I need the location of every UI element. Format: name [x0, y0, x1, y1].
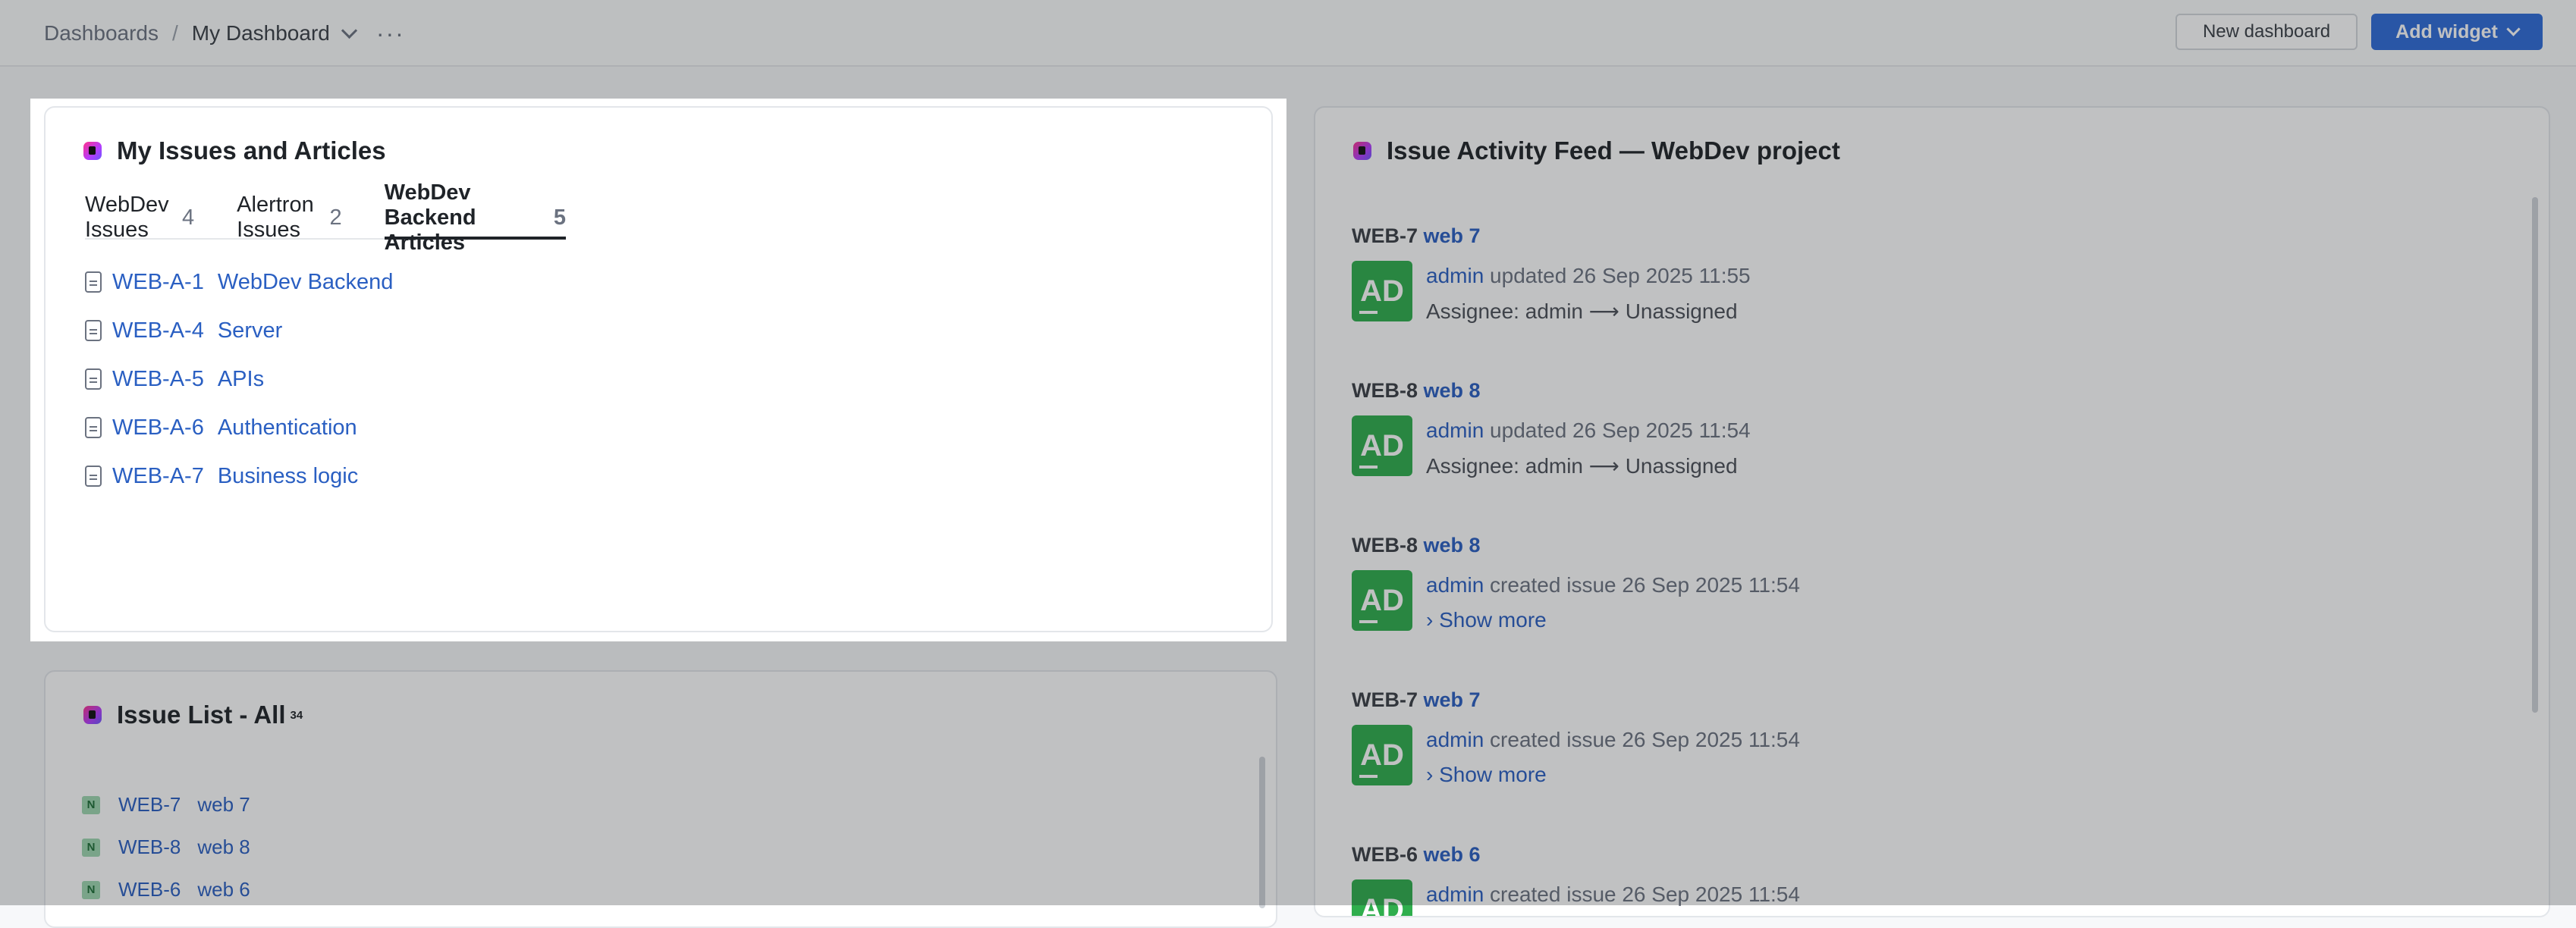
article-icon	[85, 320, 102, 341]
tab-alertron-issues[interactable]: Alertron Issues 2	[237, 193, 342, 242]
article-icon	[85, 466, 102, 487]
list-item[interactable]: WEB-A-6 Authentication	[85, 403, 393, 452]
widget-title: My Issues and Articles	[82, 136, 386, 165]
list-item[interactable]: WEB-A-5 APIs	[85, 355, 393, 403]
my-issues-articles-widget: My Issues and Articles WebDev Issues 4 Al…	[44, 106, 1273, 632]
highlight-frame: My Issues and Articles WebDev Issues 4 Al…	[30, 99, 1286, 641]
list-item[interactable]: WEB-A-1 WebDev Backend	[85, 258, 393, 306]
article-icon	[85, 271, 102, 293]
article-icon	[85, 417, 102, 438]
list-item[interactable]: WEB-A-4 Server	[85, 306, 393, 355]
tab-webdev-backend-articles[interactable]: WebDev Backend Articles 5	[384, 180, 567, 255]
list-item[interactable]: WEB-A-7 Business logic	[85, 452, 393, 500]
youtrack-icon	[82, 140, 103, 161]
article-list: WEB-A-1 WebDev Backend WEB-A-4 Server WE…	[85, 258, 393, 500]
tab-webdev-issues[interactable]: WebDev Issues 4	[85, 193, 194, 242]
tab-bar: WebDev Issues 4 Alertron Issues 2 WebDev B…	[85, 180, 567, 255]
widget-title-text: My Issues and Articles	[117, 136, 386, 165]
article-icon	[85, 368, 102, 390]
